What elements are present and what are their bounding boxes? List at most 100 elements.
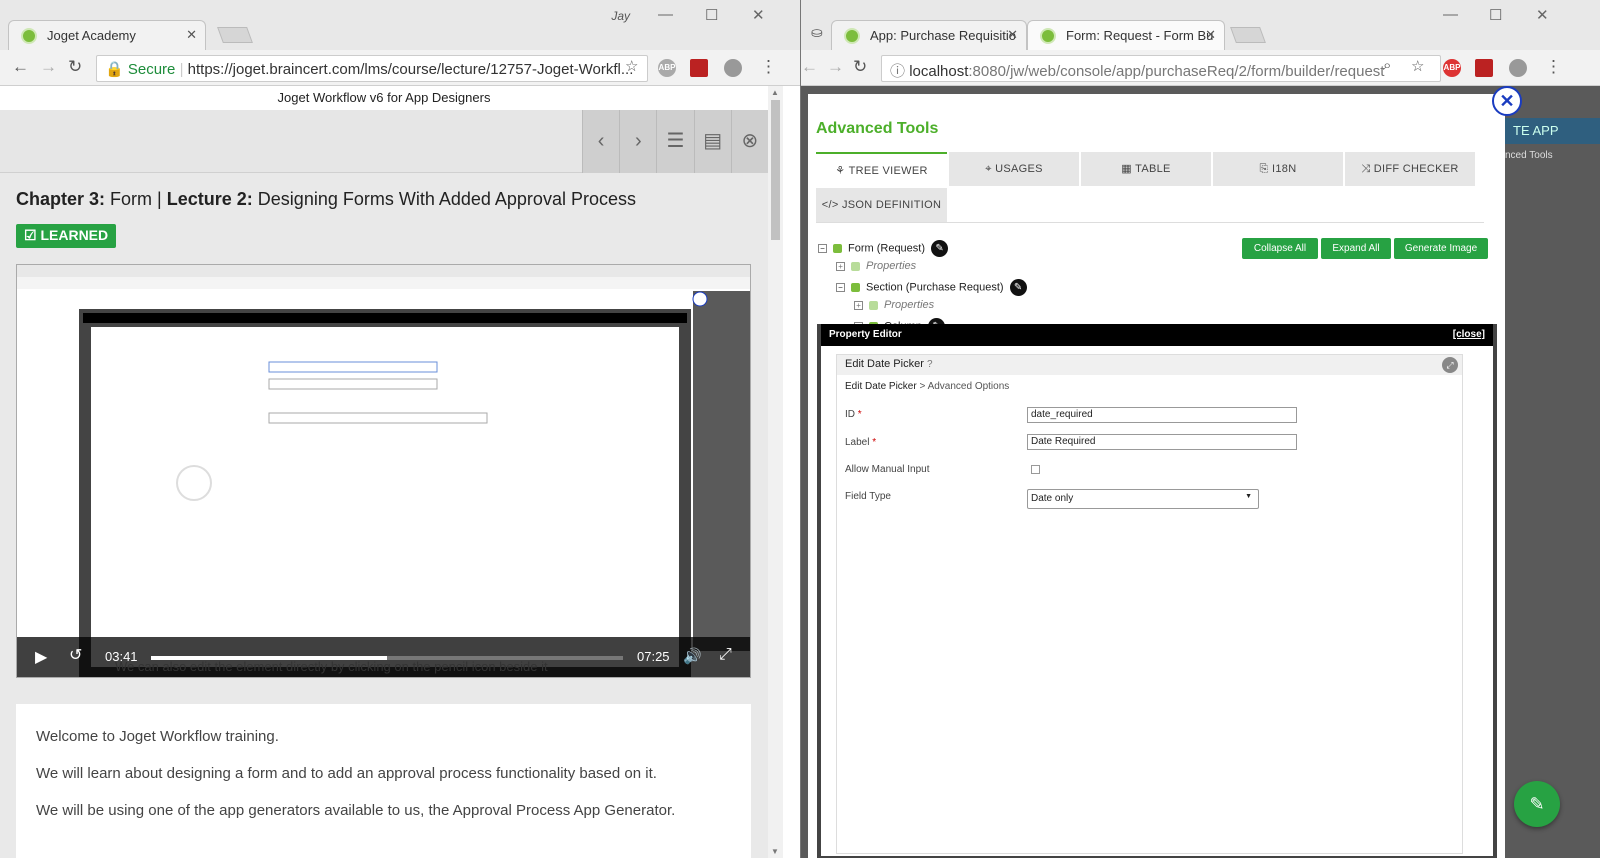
- info-icon[interactable]: ⓘ: [890, 63, 905, 80]
- play-icon[interactable]: ▶: [35, 647, 47, 667]
- close-tab-icon[interactable]: ✕: [1007, 27, 1018, 43]
- tree-label: Properties: [884, 299, 935, 311]
- pencil-edit-icon[interactable]: ✎: [931, 240, 949, 257]
- label-text: ID: [845, 409, 855, 420]
- advanced-tools-link-partial[interactable]: nced Tools: [1505, 150, 1553, 161]
- forward-arrow-icon[interactable]: →: [40, 57, 57, 77]
- expand-all-button[interactable]: Expand All: [1321, 238, 1391, 259]
- paragraph: We will be using one of the app generato…: [36, 802, 676, 819]
- scroll-thumb[interactable]: [771, 100, 780, 240]
- tree-node-properties[interactable]: + Properties: [836, 260, 916, 272]
- url-bar[interactable]: ⓘ localhost:8080/jw/web/console/app/purc…: [881, 55, 1441, 82]
- scroll-down-icon[interactable]: ▼: [771, 847, 779, 856]
- tab-i18n[interactable]: ⎘ I18N: [1213, 152, 1343, 186]
- tab-tree-viewer[interactable]: ⚘ TREE VIEWER: [816, 152, 947, 186]
- back-arrow-icon[interactable]: ←: [12, 57, 29, 77]
- close-tab-icon[interactable]: ✕: [186, 27, 197, 43]
- url-bar[interactable]: 🔒 Secure | https://joget.braincert.com/l…: [96, 55, 648, 82]
- back-arrow-icon[interactable]: ←: [801, 57, 818, 77]
- id-label: ID *: [845, 409, 862, 420]
- close-circle-icon[interactable]: ⊗: [730, 110, 768, 173]
- list-icon[interactable]: ☰: [656, 110, 693, 173]
- label-field[interactable]: Date Required: [1027, 434, 1297, 450]
- adblock-extension-icon[interactable]: ABP: [658, 59, 676, 77]
- minimize-icon[interactable]: —: [1443, 6, 1458, 23]
- field-type-select[interactable]: Date only ▼: [1027, 489, 1259, 509]
- tab-diff-checker[interactable]: ⤨ DIFF CHECKER: [1345, 152, 1475, 186]
- chapter-label: Chapter 3:: [16, 189, 106, 209]
- zoom-icon[interactable]: ⌕: [1383, 57, 1391, 74]
- breadcrumb: Edit Date Picker > Advanced Options: [845, 381, 1009, 392]
- pencil-edit-icon[interactable]: ✎: [1009, 279, 1027, 296]
- collapse-icon[interactable]: −: [818, 244, 827, 253]
- tab-joget-academy[interactable]: Joget Academy ✕: [8, 20, 206, 50]
- learned-badge: ☑ LEARNED: [16, 224, 117, 248]
- tab-app-purchase[interactable]: App: Purchase Requisitio ✕: [831, 20, 1027, 50]
- notes-icon[interactable]: ▤: [693, 110, 731, 173]
- collapse-icon[interactable]: −: [836, 283, 845, 292]
- tab-json-definition[interactable]: </> JSON DEFINITION: [816, 188, 947, 222]
- tab-label: TREE VIEWER: [848, 165, 928, 177]
- profile-name[interactable]: Jay: [611, 9, 630, 23]
- edit-pencil-fab-icon[interactable]: ✎: [1514, 781, 1560, 827]
- field-type-label: Field Type: [845, 491, 891, 502]
- next-lecture-icon[interactable]: ›: [619, 110, 656, 173]
- bookmark-star-icon[interactable]: ☆: [625, 57, 638, 75]
- label-text: Label: [845, 437, 870, 448]
- tree-icon: ⚘: [835, 165, 849, 177]
- prev-lecture-icon[interactable]: ‹: [582, 110, 619, 173]
- reload-icon[interactable]: ↻: [68, 57, 82, 77]
- section-icon: [851, 283, 860, 292]
- video-player[interactable]: ▶ ↺ 03:41 07:25 🔊 ⤢ We can also edit the…: [16, 264, 751, 678]
- extension-icon[interactable]: [690, 59, 708, 77]
- expand-icon[interactable]: +: [836, 261, 845, 271]
- generate-app-button-partial[interactable]: TE APP: [1505, 118, 1600, 144]
- collapse-all-button[interactable]: Collapse All: [1242, 238, 1318, 259]
- fullscreen-toggle-icon[interactable]: ⤢: [1442, 357, 1458, 373]
- adblock-extension-icon[interactable]: ABP: [1443, 59, 1461, 77]
- close-window-icon[interactable]: ✕: [1536, 6, 1549, 24]
- tab-table[interactable]: ▦ TABLE: [1081, 152, 1211, 186]
- lecture-nav-bar: ‹ › ☰ ▤ ⊗: [0, 110, 768, 173]
- tab-usages[interactable]: ⌖ USAGES: [949, 152, 1079, 186]
- close-tab-icon[interactable]: ✕: [1205, 27, 1216, 43]
- properties-icon: [869, 300, 878, 310]
- breadcrumb-main: Edit Date Picker: [845, 381, 917, 392]
- scroll-up-icon[interactable]: ▲: [771, 88, 779, 97]
- reload-icon[interactable]: ↻: [853, 57, 867, 77]
- tab-form-request[interactable]: Form: Request - Form Bu ✕: [1027, 20, 1225, 50]
- property-editor-close-link[interactable]: [close]: [1453, 324, 1485, 346]
- heading-text: Edit Date Picker: [845, 358, 924, 370]
- forward-arrow-icon[interactable]: →: [827, 57, 844, 77]
- new-tab-button[interactable]: [1230, 27, 1266, 43]
- lightbulb-extension-icon[interactable]: [1509, 59, 1527, 77]
- allow-manual-input-label: Allow Manual Input: [845, 464, 930, 475]
- paragraph: Welcome to Joget Workflow training.: [36, 728, 279, 745]
- chrome-menu-icon[interactable]: ⋮: [1545, 57, 1562, 77]
- help-icon[interactable]: ?: [927, 359, 933, 370]
- new-tab-button[interactable]: [217, 27, 253, 43]
- page-scrollbar[interactable]: ▲ ▼: [768, 86, 783, 858]
- rewind-10-icon[interactable]: ↺: [69, 645, 82, 665]
- bookmark-star-icon[interactable]: ☆: [1411, 57, 1424, 75]
- id-field[interactable]: date_required: [1027, 407, 1297, 423]
- extension-icon[interactable]: [1475, 59, 1493, 77]
- tree-node-section[interactable]: − Section (Purchase Request) ✎: [836, 279, 1027, 296]
- chrome-menu-icon[interactable]: ⋮: [760, 57, 777, 77]
- right-browser-window: ⛀ App: Purchase Requisitio ✕ Form: Reque…: [800, 0, 1600, 858]
- property-editor-header: Property Editor [close]: [821, 324, 1493, 346]
- allow-manual-input-checkbox[interactable]: [1031, 465, 1040, 474]
- tree-node-form[interactable]: − Form (Request) ✎: [818, 240, 949, 257]
- close-window-icon[interactable]: ✕: [752, 6, 765, 24]
- tree-node-section-properties[interactable]: + Properties: [854, 299, 934, 311]
- lightbulb-extension-icon[interactable]: [724, 59, 742, 77]
- minimize-icon[interactable]: —: [658, 6, 673, 23]
- maximize-icon[interactable]: ☐: [1489, 6, 1502, 24]
- expand-icon[interactable]: +: [854, 300, 863, 310]
- maximize-icon[interactable]: ☐: [705, 6, 718, 24]
- close-dialog-icon[interactable]: ✕: [1492, 86, 1522, 116]
- tab-strip: Joget Academy ✕ Jay — ☐ ✕: [0, 0, 800, 50]
- fullscreen-icon[interactable]: ⤢: [719, 646, 732, 664]
- generate-image-button[interactable]: Generate Image: [1394, 238, 1488, 259]
- volume-icon[interactable]: 🔊: [683, 647, 702, 665]
